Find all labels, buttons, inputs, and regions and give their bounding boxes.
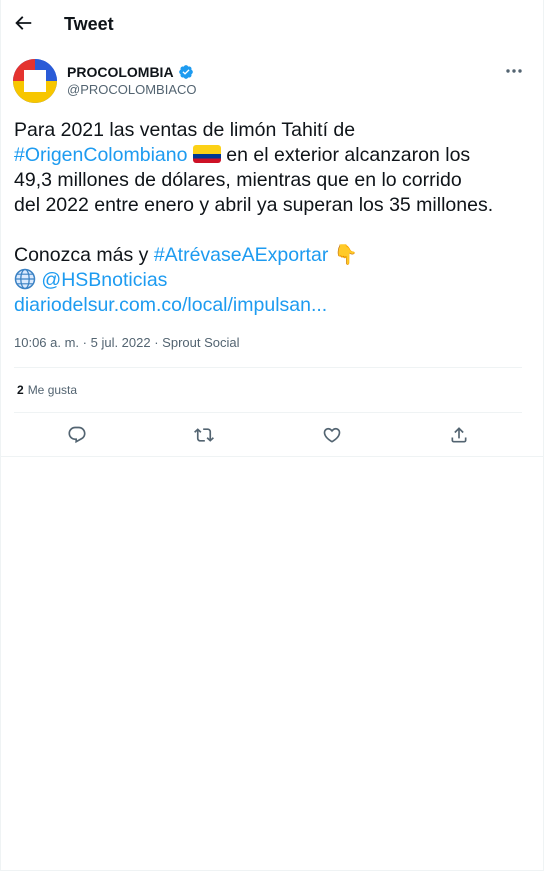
tweet-date[interactable]: 5 jul. 2022 bbox=[91, 335, 151, 350]
tweet-link[interactable]: diariodelsur.com.co/local/impulsan... bbox=[14, 294, 327, 316]
tweet-line: Conozca más y bbox=[14, 244, 154, 266]
colombia-flag-icon bbox=[192, 145, 221, 163]
author-name-row[interactable]: PROCOLOMBIA bbox=[67, 64, 194, 80]
tweet-line: Para 2021 las ventas de limón Tahití de bbox=[14, 119, 356, 141]
divider bbox=[14, 412, 522, 413]
likes-count: 2 bbox=[17, 383, 24, 397]
back-arrow-icon[interactable] bbox=[12, 12, 34, 34]
divider bbox=[0, 456, 544, 457]
page-title: Tweet bbox=[64, 14, 114, 34]
tweet-source[interactable]: Sprout Social bbox=[162, 335, 239, 350]
divider bbox=[14, 367, 522, 368]
tweet-line: en el exterior alcanzaron los bbox=[220, 144, 471, 166]
tweet-text: Para 2021 las ventas de limón Tahití de … bbox=[14, 118, 534, 318]
avatar[interactable] bbox=[13, 59, 57, 103]
retweet-icon[interactable] bbox=[194, 425, 214, 445]
author-name[interactable]: PROCOLOMBIA bbox=[67, 64, 174, 80]
hashtag-atrevaseaexportar[interactable]: #AtrévaseAExportar bbox=[154, 244, 329, 266]
share-icon[interactable] bbox=[449, 425, 469, 445]
reply-icon[interactable] bbox=[67, 425, 87, 445]
tweet-time[interactable]: 10:06 a. m. bbox=[14, 335, 79, 350]
mention-hsbnoticias[interactable]: @HSBnoticias bbox=[41, 269, 167, 291]
hashtag-origencolombiano[interactable]: #OrigenColombiano bbox=[14, 144, 187, 166]
likes-summary[interactable]: 2 Me gusta bbox=[17, 383, 77, 397]
like-heart-icon[interactable] bbox=[322, 425, 342, 445]
globe-icon bbox=[14, 268, 36, 290]
author-handle[interactable]: @PROCOLOMBIACO bbox=[67, 82, 197, 97]
tweet-line: 49,3 millones de dólares, mientras que e… bbox=[14, 169, 462, 191]
verified-badge-icon bbox=[178, 65, 193, 79]
tweet-line: del 2022 entre enero y abril ya superan … bbox=[14, 194, 494, 216]
page-header: Tweet bbox=[0, 0, 544, 50]
procolombia-logo-icon bbox=[13, 59, 57, 103]
more-options-icon[interactable] bbox=[504, 64, 524, 78]
likes-label: Me gusta bbox=[27, 383, 78, 397]
pointing-down-icon: 👇 bbox=[333, 244, 359, 266]
tweet-meta: 10:06 a. m. · 5 jul. 2022 · Sprout Socia… bbox=[14, 335, 240, 350]
